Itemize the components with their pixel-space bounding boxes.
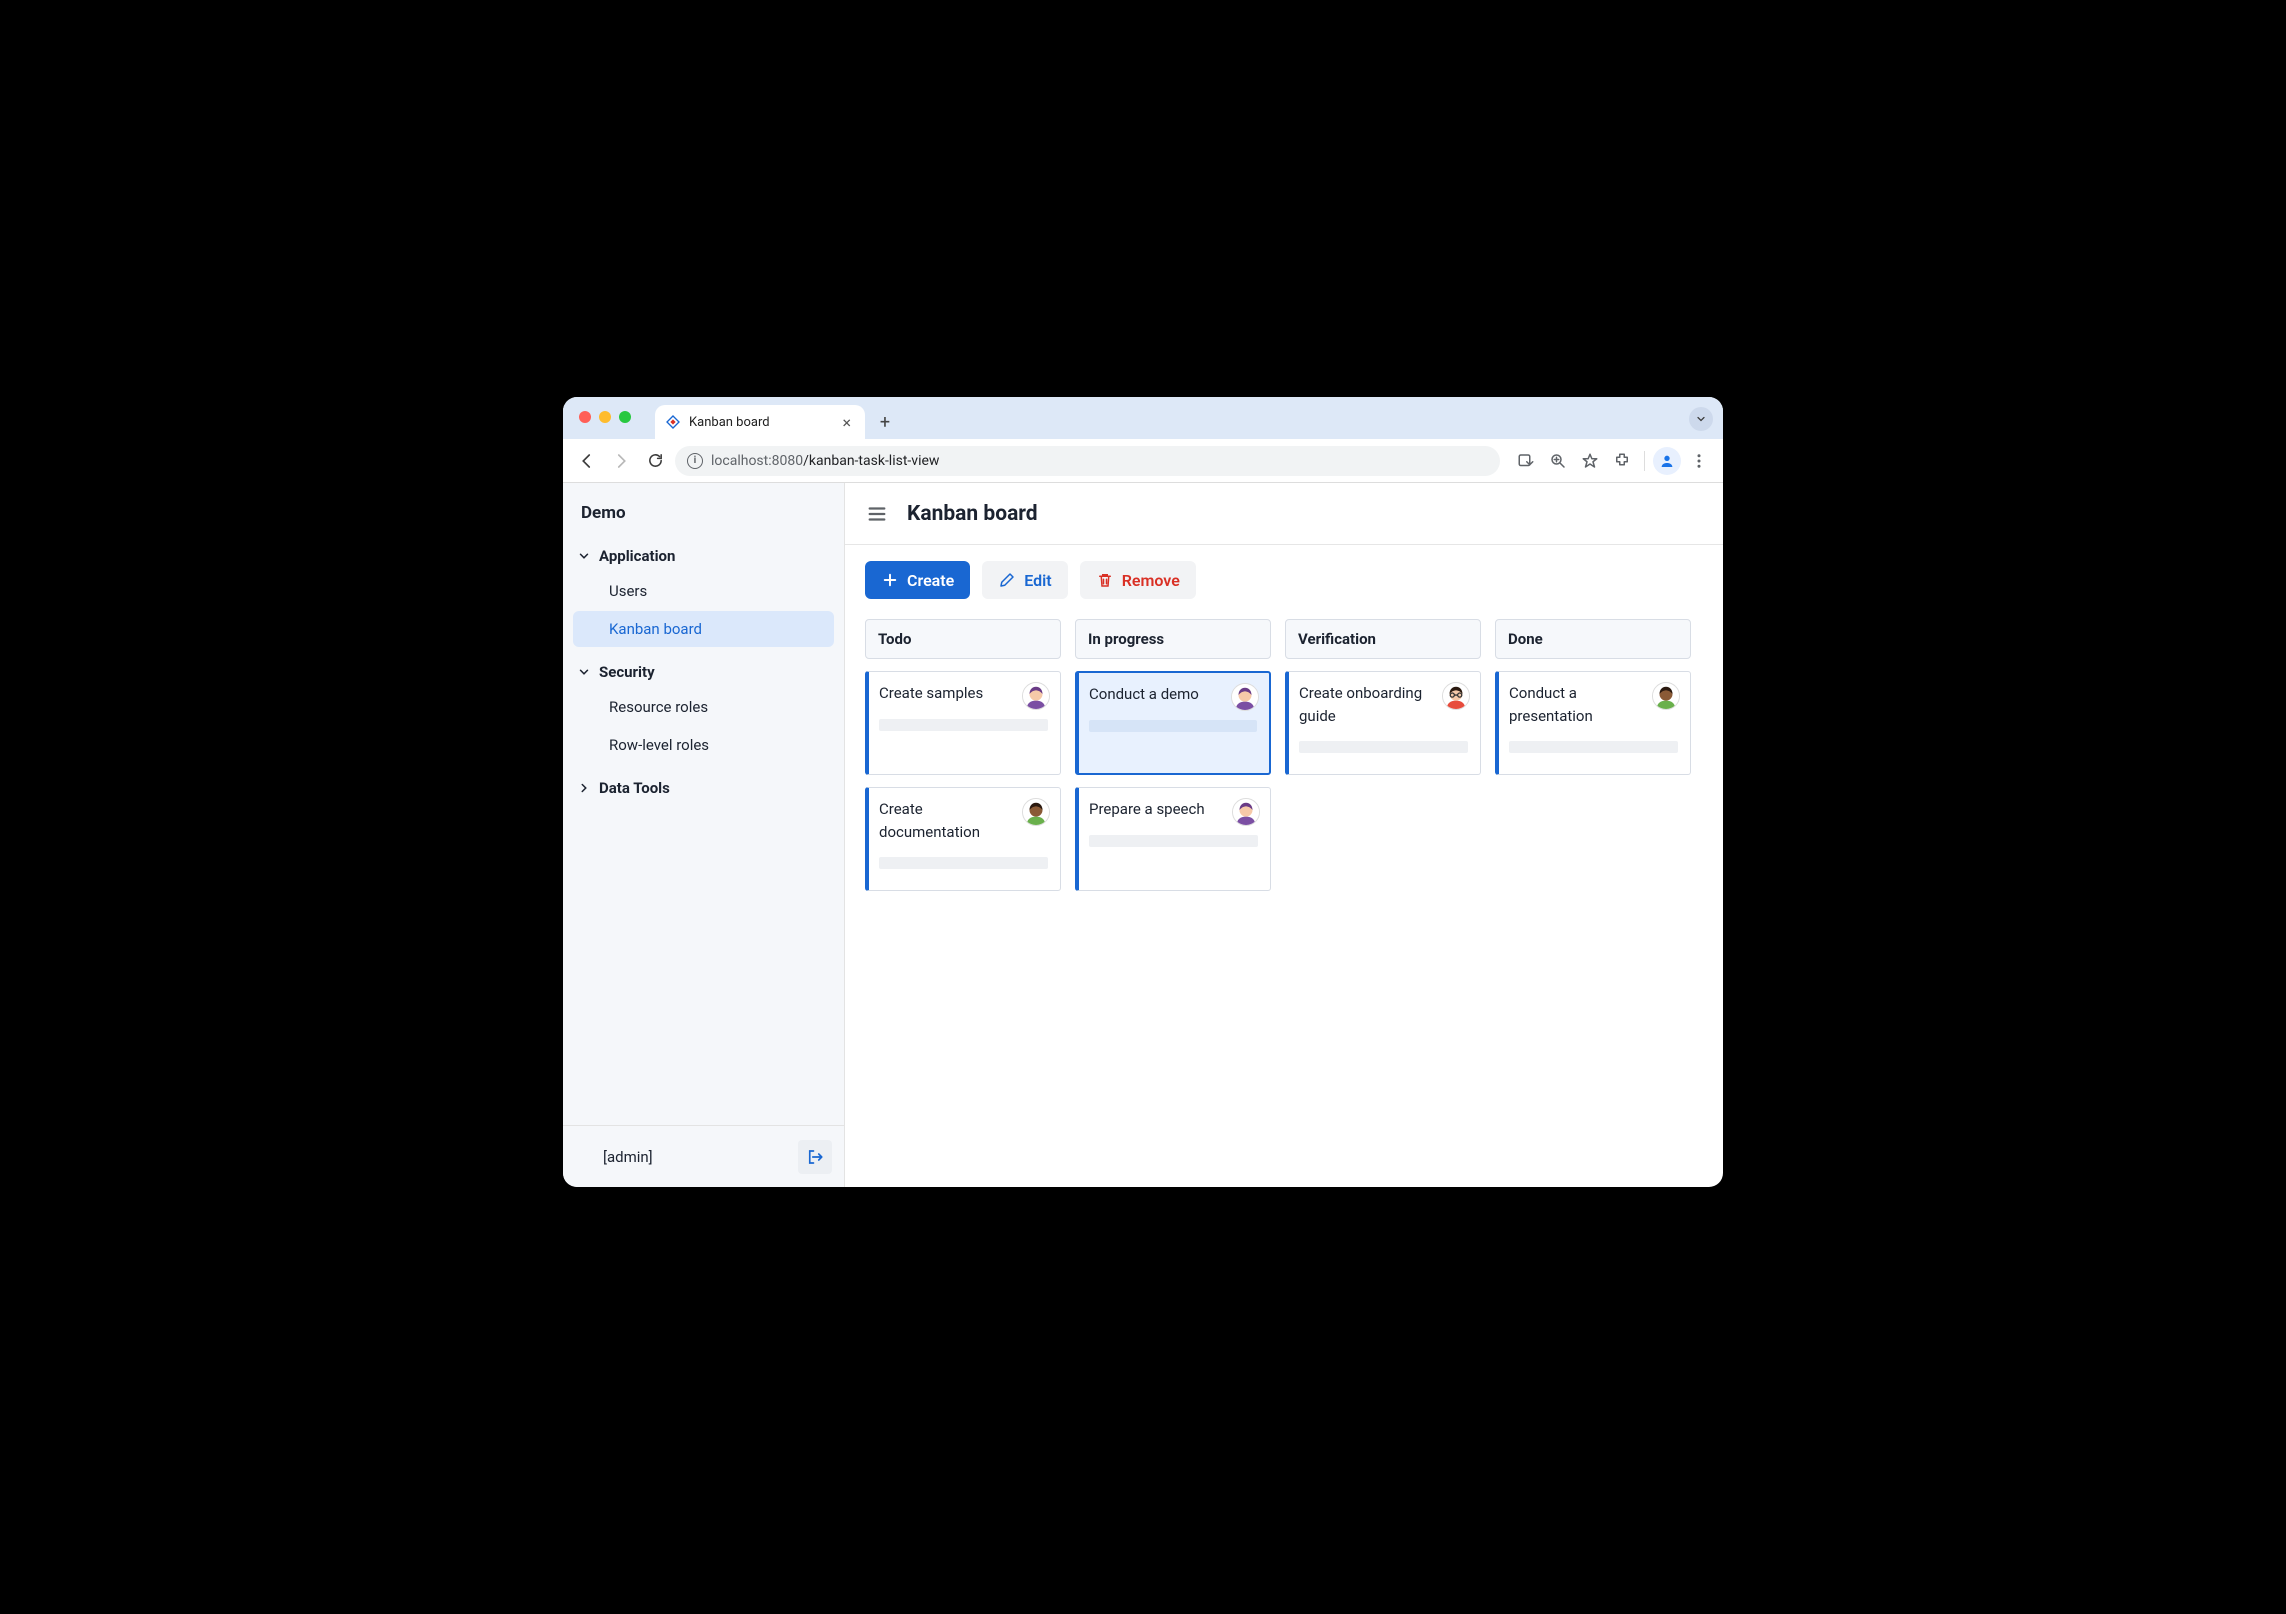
kanban-card-placeholder [1299, 741, 1468, 753]
window-close[interactable] [579, 411, 591, 423]
toolbar: Create Edit Remove [845, 545, 1723, 603]
kanban-column-done: Done Conduct a presentation [1495, 619, 1691, 775]
kanban-column-header[interactable]: Done [1495, 619, 1691, 659]
sidebar-footer: [admin] [563, 1125, 844, 1187]
assignee-avatar[interactable] [1652, 682, 1680, 710]
browser-tabstrip: Kanban board × + [563, 397, 1723, 439]
assignee-avatar[interactable] [1442, 682, 1470, 710]
sidebar-section-application[interactable]: Application [563, 533, 844, 571]
kanban-card-placeholder [1089, 835, 1258, 847]
kanban-column-header[interactable]: Verification [1285, 619, 1481, 659]
assignee-avatar[interactable] [1022, 682, 1050, 710]
sidebar-section-security[interactable]: Security [563, 649, 844, 687]
nav-forward-button[interactable] [607, 447, 635, 475]
kanban-column-todo: Todo Create samples Create documentation [865, 619, 1061, 891]
kanban-card[interactable]: Create onboarding guide [1285, 671, 1481, 775]
install-app-icon[interactable] [1512, 447, 1540, 475]
kanban-card-placeholder [879, 719, 1048, 731]
current-user-label: [admin] [603, 1148, 653, 1166]
app-root: Demo ApplicationUsersKanban boardSecurit… [563, 483, 1723, 1187]
nav-back-button[interactable] [573, 447, 601, 475]
kanban-card[interactable]: Create samples [865, 671, 1061, 775]
chevron-down-icon [575, 547, 593, 565]
extensions-icon[interactable] [1608, 447, 1636, 475]
sidebar-item-resource-roles[interactable]: Resource roles [573, 689, 834, 725]
main-panel: Kanban board Create Edit Remove [845, 483, 1723, 1187]
kanban-card[interactable]: Prepare a speech [1075, 787, 1271, 891]
kanban-board: TodoCreate samples Create documentation … [865, 619, 1703, 891]
kanban-column-in-progress: In progress Conduct a demo Prepare a spee… [1075, 619, 1271, 891]
new-tab-button[interactable]: + [871, 408, 899, 436]
assignee-avatar[interactable] [1232, 798, 1260, 826]
zoom-icon[interactable] [1544, 447, 1572, 475]
tab-close-icon[interactable]: × [838, 413, 855, 432]
address-bar[interactable]: i localhost:8080/kanban-task-list-view [675, 446, 1500, 476]
chevron-down-icon [575, 663, 593, 681]
kanban-board-scroll[interactable]: TodoCreate samples Create documentation … [845, 603, 1723, 907]
kanban-column-header[interactable]: In progress [1075, 619, 1271, 659]
favicon-icon [665, 414, 681, 430]
kanban-card-placeholder [879, 857, 1048, 869]
kanban-card-placeholder [1089, 720, 1257, 732]
browser-menu-button[interactable] [1685, 447, 1713, 475]
profile-button[interactable] [1653, 447, 1681, 475]
create-button-label: Create [907, 571, 954, 590]
page-header: Kanban board [845, 483, 1723, 545]
kanban-card[interactable]: Conduct a demo [1075, 671, 1271, 775]
browser-tab-title: Kanban board [689, 415, 830, 430]
sidebar: Demo Application UsersKanban board Securit… [563, 483, 845, 1187]
page-title: Kanban board [907, 502, 1038, 526]
browser-window: Kanban board × + i localhost:8080/kan [563, 397, 1723, 1187]
sidebar-section-title: Application [599, 547, 675, 565]
sidebar-section-data-tools[interactable]: Data Tools [563, 765, 844, 803]
sidebar-section-title: Security [599, 663, 655, 681]
assignee-avatar[interactable] [1022, 798, 1050, 826]
sidebar-item-row-level-roles[interactable]: Row-level roles [573, 727, 834, 763]
kanban-column-verification: Verification Create onboarding guide [1285, 619, 1481, 775]
window-minimize[interactable] [599, 411, 611, 423]
window-controls [579, 411, 631, 423]
edit-button-label: Edit [1024, 571, 1051, 590]
kanban-card[interactable]: Create documentation [865, 787, 1061, 891]
menu-toggle-button[interactable] [865, 502, 889, 526]
sidebar-item-kanban-board[interactable]: Kanban board [573, 611, 834, 647]
kanban-card-placeholder [1509, 741, 1678, 753]
assignee-avatar[interactable] [1231, 683, 1259, 711]
trash-icon [1096, 571, 1114, 589]
site-info-icon[interactable]: i [687, 453, 703, 469]
kanban-card[interactable]: Conduct a presentation [1495, 671, 1691, 775]
nav-reload-button[interactable] [641, 447, 669, 475]
kanban-column-header[interactable]: Todo [865, 619, 1061, 659]
remove-button-label: Remove [1122, 571, 1180, 590]
browser-tab[interactable]: Kanban board × [655, 405, 865, 439]
sidebar-brand: Demo [563, 483, 844, 533]
plus-icon [881, 571, 899, 589]
tabs-dropdown-button[interactable] [1689, 407, 1713, 431]
create-button[interactable]: Create [865, 561, 970, 599]
window-maximize[interactable] [619, 411, 631, 423]
remove-button[interactable]: Remove [1080, 561, 1196, 599]
pencil-icon [998, 571, 1016, 589]
sidebar-item-users[interactable]: Users [573, 573, 834, 609]
edit-button[interactable]: Edit [982, 561, 1067, 599]
logout-button[interactable] [798, 1140, 832, 1174]
sidebar-section-title: Data Tools [599, 779, 670, 797]
url-text: localhost:8080/kanban-task-list-view [711, 453, 939, 469]
browser-toolbar: i localhost:8080/kanban-task-list-view [563, 439, 1723, 483]
bookmark-icon[interactable] [1576, 447, 1604, 475]
chevron-right-icon [575, 779, 593, 797]
